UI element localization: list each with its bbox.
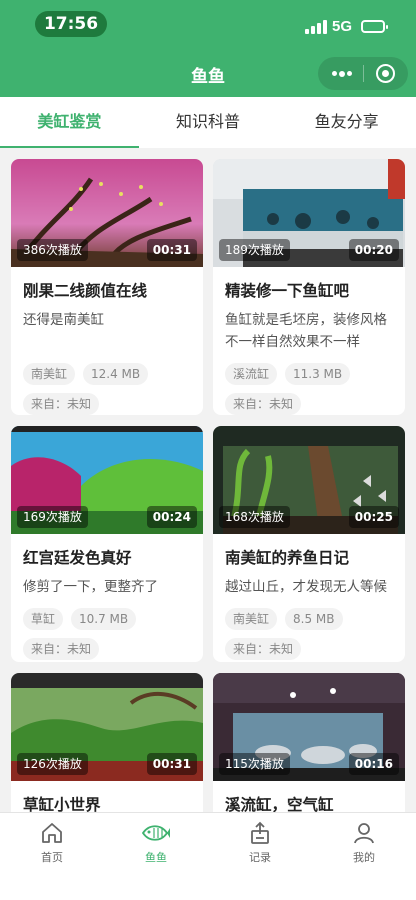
tab-knowledge[interactable]: 知识科普 bbox=[139, 97, 278, 148]
video-card[interactable]: 189次播放 00:20 精装修一下鱼缸吧 鱼缸就是毛坯房，装修风格不一样自然效… bbox=[213, 159, 405, 415]
video-card[interactable]: 386次播放 00:31 刚果二线颜值在线 还得是南美缸 南美缸 12.4 MB… bbox=[11, 159, 203, 415]
video-thumbnail[interactable]: 115次播放 00:16 bbox=[213, 673, 405, 781]
video-card[interactable]: 126次播放 00:31 草缸小世界 bbox=[11, 673, 203, 823]
nav-label: 记录 bbox=[249, 851, 271, 864]
source-label: 来自：未知 bbox=[23, 638, 100, 660]
card-tags: 溪流缸 11.3 MB bbox=[225, 363, 393, 385]
source-label: 来自：未知 bbox=[225, 393, 302, 415]
fish-icon bbox=[141, 825, 170, 841]
nav-item-record[interactable]: 记录 bbox=[208, 813, 312, 900]
app-header: 17:56 5G 鱼鱼 bbox=[0, 0, 416, 97]
play-count: 115次播放 bbox=[219, 753, 290, 775]
card-tags: 草缸 10.7 MB bbox=[23, 608, 191, 630]
status-time: 17:56 bbox=[35, 11, 107, 37]
nav-label: 鱼鱼 bbox=[145, 851, 167, 864]
card-title: 南美缸的养鱼日记 bbox=[225, 549, 350, 567]
miniprogram-capsule bbox=[318, 57, 408, 90]
tab-showcase[interactable]: 美缸鉴赏 bbox=[0, 97, 139, 148]
video-thumbnail[interactable]: 386次播放 00:31 bbox=[11, 159, 203, 267]
video-duration: 00:31 bbox=[146, 239, 197, 261]
file-size-tag: 10.7 MB bbox=[71, 608, 137, 630]
card-title: 精装修一下鱼缸吧 bbox=[225, 282, 350, 300]
source-label: 来自：未知 bbox=[225, 638, 302, 660]
file-size-tag: 8.5 MB bbox=[285, 608, 343, 630]
video-thumbnail[interactable]: 189次播放 00:20 bbox=[213, 159, 405, 267]
video-duration: 00:31 bbox=[146, 753, 197, 775]
more-icon[interactable] bbox=[332, 71, 352, 77]
video-duration: 00:24 bbox=[146, 506, 197, 528]
video-duration: 00:20 bbox=[348, 239, 399, 261]
tab-share[interactable]: 鱼友分享 bbox=[277, 97, 416, 148]
close-target-icon[interactable] bbox=[376, 64, 395, 83]
bottom-navigation: 首页 鱼鱼 记录 我的 bbox=[0, 812, 416, 900]
network-label: 5G bbox=[332, 18, 353, 35]
video-duration: 00:16 bbox=[348, 753, 399, 775]
video-thumbnail[interactable]: 126次播放 00:31 bbox=[11, 673, 203, 781]
card-description: 越过山丘，才发现无人等候 bbox=[225, 579, 387, 595]
video-thumbnail[interactable]: 168次播放 00:25 bbox=[213, 426, 405, 534]
card-description: 修剪了一下，更整齐了 bbox=[23, 579, 158, 595]
category-tag: 南美缸 bbox=[23, 363, 76, 385]
card-title: 刚果二线颜值在线 bbox=[23, 282, 148, 300]
video-card[interactable]: 115次播放 00:16 溪流缸，空气缸 bbox=[213, 673, 405, 823]
category-tabs: 美缸鉴赏 知识科普 鱼友分享 bbox=[0, 97, 416, 148]
play-count: 169次播放 bbox=[17, 506, 88, 528]
battery-icon bbox=[361, 20, 388, 33]
card-tags: 南美缸 12.4 MB bbox=[23, 363, 191, 385]
play-count: 126次播放 bbox=[17, 753, 88, 775]
video-card[interactable]: 169次播放 00:24 红宫廷发色真好 修剪了一下，更整齐了 草缸 10.7 … bbox=[11, 426, 203, 662]
nav-label: 首页 bbox=[41, 851, 63, 864]
source-label: 来自：未知 bbox=[23, 393, 100, 415]
video-card[interactable]: 168次播放 00:25 南美缸的养鱼日记 越过山丘，才发现无人等候 南美缸 8… bbox=[213, 426, 405, 662]
video-duration: 00:25 bbox=[348, 506, 399, 528]
user-icon bbox=[354, 823, 374, 844]
play-count: 386次播放 bbox=[17, 239, 88, 261]
play-count: 189次播放 bbox=[219, 239, 290, 261]
home-icon bbox=[42, 823, 62, 843]
signal-icon bbox=[305, 20, 327, 34]
category-tag: 溪流缸 bbox=[225, 363, 278, 385]
video-thumbnail[interactable]: 169次播放 00:24 bbox=[11, 426, 203, 534]
card-description: 还得是南美缸 bbox=[23, 312, 104, 328]
category-tag: 草缸 bbox=[23, 608, 64, 630]
play-count: 168次播放 bbox=[219, 506, 290, 528]
nav-item-fish[interactable]: 鱼鱼 bbox=[104, 813, 208, 900]
card-tags: 南美缸 8.5 MB bbox=[225, 608, 393, 630]
nav-item-profile[interactable]: 我的 bbox=[312, 813, 416, 900]
nav-label: 我的 bbox=[353, 851, 375, 864]
card-description: 鱼缸就是毛坯房，装修风格不一样自然效果不一样 bbox=[225, 312, 387, 350]
upload-icon bbox=[251, 821, 269, 844]
category-tag: 南美缸 bbox=[225, 608, 278, 630]
nav-item-home[interactable]: 首页 bbox=[0, 813, 104, 900]
capsule-divider bbox=[363, 65, 364, 82]
status-bar: 17:56 5G bbox=[0, 0, 416, 46]
card-title: 红宫廷发色真好 bbox=[23, 549, 132, 567]
file-size-tag: 11.3 MB bbox=[285, 363, 351, 385]
file-size-tag: 12.4 MB bbox=[83, 363, 149, 385]
